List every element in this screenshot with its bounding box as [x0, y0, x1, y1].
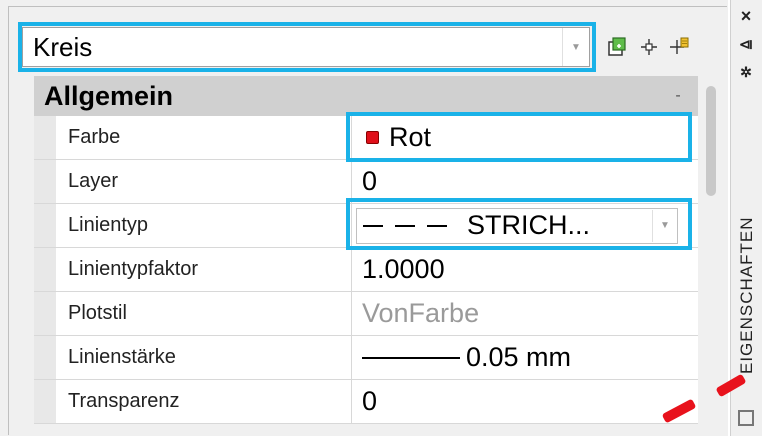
object-type-value: Kreis: [33, 32, 93, 62]
property-value-layer[interactable]: 0: [352, 160, 698, 203]
chevron-down-icon[interactable]: ▼: [562, 28, 589, 66]
collapse-icon[interactable]: -: [658, 87, 698, 105]
property-row-linetype-scale[interactable]: Linientypfaktor 1.0000: [34, 248, 698, 292]
property-row-layer[interactable]: Layer 0: [34, 160, 698, 204]
color-swatch: [366, 131, 379, 144]
property-label: Linientypfaktor: [34, 248, 352, 291]
autohide-icon[interactable]: ⧏: [730, 36, 762, 53]
property-label: Farbe: [34, 116, 352, 159]
property-row-linetype[interactable]: Linientyp STRICH... ▼: [34, 204, 698, 248]
property-row-plotstyle[interactable]: Plotstil VonFarbe: [34, 292, 698, 336]
property-label: Linienstärke: [34, 336, 352, 379]
property-label: Transparenz: [34, 380, 352, 423]
property-value-plotstyle: VonFarbe: [362, 298, 480, 328]
select-object-icon[interactable]: [606, 36, 628, 58]
scroll-thumb[interactable]: [706, 86, 716, 196]
object-type-select[interactable]: Kreis ▼: [22, 27, 590, 67]
property-value-color[interactable]: Rot: [352, 116, 698, 159]
property-value-transparency[interactable]: 0: [352, 380, 698, 423]
palette-title: EIGENSCHAFTEN: [737, 216, 756, 374]
dashed-line-preview: [363, 224, 457, 227]
pickadd-toggle-icon[interactable]: [668, 36, 690, 58]
close-icon[interactable]: ×: [730, 6, 762, 27]
section-header-general[interactable]: Allgemein -: [34, 76, 698, 116]
property-row-transparency[interactable]: Transparenz 0: [34, 380, 698, 424]
property-value-lineweight[interactable]: 0.05 mm: [352, 336, 698, 379]
color-value: Rot: [389, 122, 432, 152]
property-row-color[interactable]: Farbe Rot: [34, 116, 698, 160]
palette-tab-icon[interactable]: [738, 410, 754, 426]
property-label: Plotstil: [34, 292, 352, 335]
chevron-down-icon[interactable]: ▼: [652, 209, 677, 242]
vertical-scrollbar[interactable]: [698, 76, 724, 432]
lineweight-value: 0.05 mm: [466, 342, 572, 372]
linetype-value: STRICH...: [467, 210, 591, 240]
property-value-linetype-scale[interactable]: 1.0000: [352, 248, 698, 291]
section-title: Allgemein: [44, 80, 174, 111]
quick-select-icon[interactable]: [638, 36, 660, 58]
lineweight-preview: [362, 356, 460, 359]
settings-icon[interactable]: ✲: [730, 64, 762, 81]
linetype-dropdown[interactable]: STRICH... ▼: [356, 207, 678, 244]
property-row-lineweight[interactable]: Linienstärke 0.05 mm: [34, 336, 698, 380]
property-value-linetype[interactable]: STRICH... ▼: [352, 204, 698, 247]
property-label: Linientyp: [34, 204, 352, 247]
property-label: Layer: [34, 160, 352, 203]
